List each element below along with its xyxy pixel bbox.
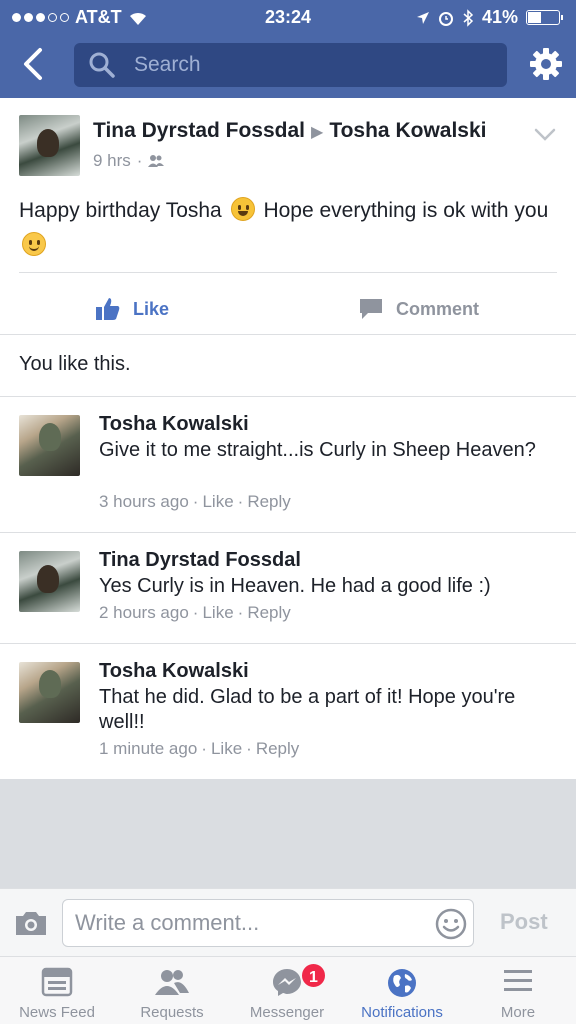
- post-text: Happy birthday Tosha Hope everything is …: [19, 193, 559, 263]
- divider: [0, 643, 576, 644]
- bluetooth-icon: [463, 8, 474, 27]
- comment-text: That he did. Glad to be a part of it! Ho…: [99, 686, 516, 733]
- comment-like-link[interactable]: Like: [211, 739, 242, 758]
- comment-reply-link[interactable]: Reply: [247, 492, 290, 511]
- avatar[interactable]: [19, 415, 80, 476]
- tab-requests[interactable]: Requests: [114, 957, 230, 1024]
- comment-author[interactable]: Tosha Kowalski: [99, 660, 249, 683]
- post-author[interactable]: Tina Dyrstad Fossdal: [93, 119, 305, 142]
- chevron-down-icon[interactable]: [534, 128, 556, 142]
- post-meta: 9 hrs ·: [93, 151, 165, 171]
- comment-button[interactable]: Comment: [358, 283, 576, 335]
- back-chevron-icon[interactable]: [18, 46, 50, 82]
- sticker-smiley-icon[interactable]: [435, 908, 467, 940]
- post-target[interactable]: Tosha Kowalski: [329, 119, 486, 142]
- requests-icon: [155, 970, 189, 995]
- messenger-icon: [273, 969, 301, 996]
- search-input[interactable]: [134, 49, 494, 81]
- post-time[interactable]: 9 hrs: [93, 151, 131, 171]
- globe-icon: [388, 969, 416, 997]
- tab-news-feed[interactable]: News Feed: [0, 957, 114, 1024]
- divider: [0, 532, 576, 533]
- battery-icon: [526, 10, 563, 25]
- comment-like-link[interactable]: Like: [202, 492, 233, 511]
- comment-time: 2 hours ago: [99, 603, 189, 622]
- empty-background: [0, 779, 576, 888]
- tab-messenger[interactable]: Messenger: [230, 957, 344, 1024]
- comment-field[interactable]: [62, 899, 474, 947]
- divider: [19, 272, 557, 273]
- meta-separator: ·: [192, 603, 199, 622]
- comment-author[interactable]: Tosha Kowalski: [99, 413, 249, 436]
- camera-icon[interactable]: [14, 909, 48, 937]
- comment-label: Comment: [396, 298, 480, 319]
- avatar[interactable]: [19, 115, 80, 176]
- grinning-emoji-icon: [230, 197, 255, 221]
- comment-like-link[interactable]: Like: [202, 603, 233, 622]
- post-button[interactable]: Post: [500, 909, 548, 935]
- thumbs-up-icon: [96, 298, 120, 320]
- comment-text: Yes Curly is in Heaven. He had a good li…: [99, 575, 491, 597]
- meta-separator: ·: [136, 151, 143, 170]
- tab-label: News Feed: [19, 1004, 95, 1021]
- comment-reply-link[interactable]: Reply: [256, 739, 299, 758]
- meta-separator: ·: [201, 739, 207, 758]
- like-button[interactable]: Like: [95, 283, 169, 335]
- post-author-line: Tina Dyrstad Fossdal ▶ Tosha Kowalski: [93, 119, 486, 143]
- meta-separator: ·: [237, 492, 244, 511]
- arrow-right-icon: ▶: [311, 124, 324, 141]
- friends-audience-icon: [148, 155, 165, 167]
- status-bar: AT&T 23:24 41%: [0, 0, 576, 34]
- comment-text: Give it to me straight...is Curly in She…: [99, 439, 536, 461]
- comment-reply-link[interactable]: Reply: [247, 603, 290, 622]
- tab-label: Requests: [140, 1004, 204, 1021]
- comment-meta: 1 minute ago · Like · Reply: [99, 739, 299, 759]
- status-right: 41%: [416, 7, 563, 28]
- messenger-badge: 1: [300, 962, 327, 989]
- top-header: AT&T 23:24 41%: [0, 0, 576, 98]
- like-label: Like: [133, 298, 170, 319]
- nav-row: [0, 34, 576, 98]
- location-arrow-icon: [416, 11, 429, 24]
- tab-label: More: [500, 1004, 536, 1021]
- divider: [0, 396, 576, 397]
- avatar[interactable]: [19, 662, 80, 723]
- news-feed-icon: [41, 967, 73, 997]
- meta-separator: ·: [192, 492, 199, 511]
- tab-notifications[interactable]: Notifications: [344, 957, 460, 1024]
- gear-icon[interactable]: [528, 46, 564, 82]
- comment-bubble-icon: [360, 299, 382, 319]
- post-text-part2: Hope everything is ok with you: [263, 199, 549, 222]
- menu-icon: [504, 970, 532, 991]
- post-actions: Like Comment: [0, 283, 576, 335]
- tab-label: Notifications: [361, 1004, 443, 1021]
- comment-input[interactable]: [75, 908, 425, 938]
- avatar[interactable]: [19, 551, 80, 612]
- search-icon: [89, 52, 115, 78]
- comment-author[interactable]: Tina Dyrstad Fossdal: [99, 549, 301, 572]
- tab-label: Messenger: [249, 1004, 325, 1021]
- divider: [0, 334, 576, 335]
- battery-percent: 41%: [481, 7, 518, 27]
- smiling-emoji-icon: [22, 232, 46, 256]
- search-bar[interactable]: [74, 43, 507, 87]
- tab-bar: News Feed Requests Messenger 1 Notificat…: [0, 956, 576, 1024]
- comment-time: 3 hours ago: [99, 492, 189, 511]
- comment-meta: 2 hours ago · Like · Reply: [99, 603, 291, 623]
- alarm-icon: [438, 11, 453, 26]
- comment-composer: Post: [0, 888, 576, 956]
- meta-separator: ·: [246, 739, 252, 758]
- comment-meta: 3 hours ago · Like · Reply: [99, 492, 291, 512]
- tab-more[interactable]: More: [460, 957, 576, 1024]
- meta-separator: ·: [237, 603, 244, 622]
- post-text-part1: Happy birthday Tosha: [19, 199, 222, 222]
- likes-summary[interactable]: You like this.: [19, 353, 131, 376]
- comment-time: 1 minute ago: [99, 739, 198, 758]
